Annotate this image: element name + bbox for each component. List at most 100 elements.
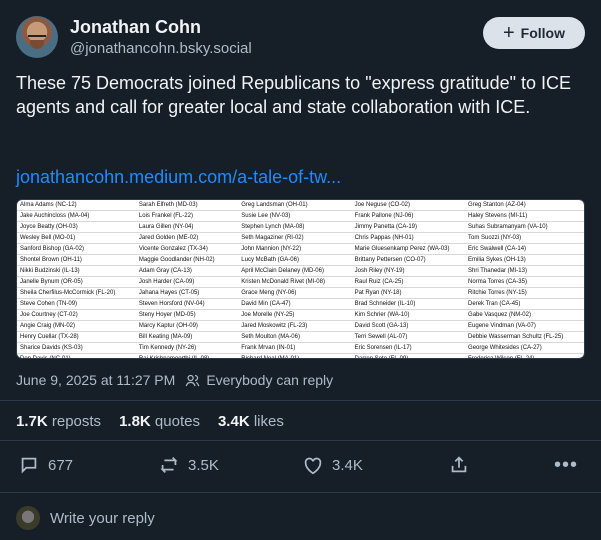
table-cell: Eric Swalwell (CA-14) (465, 243, 584, 255)
share-button[interactable] (448, 454, 470, 476)
table-cell: George Whitesides (CA-27) (465, 342, 584, 354)
table-cell: Joe Courtney (CT-02) (17, 309, 136, 321)
table-cell: Terri Sewell (AL-07) (351, 331, 466, 343)
table-cell: Seth Magaziner (RI-02) (238, 232, 352, 244)
table-cell: Jared Golden (ME-02) (135, 232, 239, 244)
table-cell: Derek Tran (CA-45) (465, 298, 584, 310)
table-cell: Nikki Budzinski (IL-13) (17, 265, 136, 277)
table-cell: Tom Suozzi (NY-03) (465, 232, 584, 244)
follow-label: Follow (520, 25, 565, 41)
likes-count: 3.4K (217, 413, 250, 430)
reply-icon (21, 457, 37, 474)
table-cell: Lucy McBath (GA-06) (238, 254, 352, 266)
post-actions: 677 3.5K 3.4K ••• (18, 454, 580, 478)
table-cell: Josh Harder (CA-09) (135, 276, 239, 288)
table-cell: Angie Craig (MN-02) (17, 320, 136, 332)
reply-composer[interactable]: Write your reply (16, 506, 155, 530)
more-options-button[interactable]: ••• (554, 454, 578, 477)
table-cell: Janelle Bynum (OR-05) (17, 276, 136, 288)
table-row: Joyce Beatty (OH-03) Laura Gillen (NY-04)… (17, 221, 584, 233)
table-cell: Susie Lee (NV-03) (238, 210, 352, 222)
repost-button[interactable]: 3.5K (158, 454, 219, 476)
plus-icon: + (502, 22, 515, 44)
table-cell: Raj Krishnamoorthi (IL-08) (135, 353, 239, 358)
author-avatar[interactable] (16, 16, 58, 58)
reply-count: 677 (48, 456, 74, 474)
author-handle[interactable]: @jonathancohn.bsky.social (70, 40, 252, 57)
follow-button[interactable]: + Follow (483, 17, 585, 49)
table-cell: Jahana Hayes (CT-05) (135, 287, 239, 299)
table-cell: Sanford Bishop (GA-02) (17, 243, 136, 255)
author-name[interactable]: Jonathan Cohn (70, 17, 201, 38)
post-meta: June 9, 2025 at 11:27 PM Everybody can r… (16, 372, 333, 388)
democrats-table: Alma Adams (NC-12) Sarah Elfreth (MD-03) G… (17, 200, 584, 358)
table-cell: Steven Horsford (NV-04) (135, 298, 239, 310)
table-row: Alma Adams (NC-12) Sarah Elfreth (MD-03) G… (17, 200, 584, 211)
embedded-table-image[interactable]: Alma Adams (NC-12) Sarah Elfreth (MD-03) G… (16, 199, 585, 359)
likes-label: likes (253, 413, 284, 430)
divider-top (0, 400, 601, 401)
table-cell: Joe Neguse (CO-02) (351, 200, 466, 211)
quotes-stat[interactable]: 1.8K quotes (119, 413, 200, 430)
table-cell: Ritchie Torres (NY-15) (465, 287, 584, 299)
table-cell: Eric Sorensen (IL-17) (351, 342, 466, 354)
table-cell: Adam Gray (CA-13) (135, 265, 239, 277)
table-row: Sanford Bishop (GA-02) Vicente Gonzalez (… (17, 243, 584, 255)
table-cell: Shontel Brown (OH-11) (17, 254, 136, 266)
reposts-count: 1.7K (16, 413, 48, 430)
table-row: Nikki Budzinski (IL-13) Adam Gray (CA-13)… (17, 265, 584, 277)
table-row: Sharice Davids (KS-03) Tim Kennedy (NY-26… (17, 342, 584, 354)
people-icon (185, 374, 200, 386)
table-cell: Sharice Davids (KS-03) (17, 342, 136, 354)
table-cell: Alma Adams (NC-12) (17, 200, 136, 211)
timestamp[interactable]: June 9, 2025 at 11:27 PM (16, 372, 175, 388)
table-cell: Lois Frankel (FL-22) (135, 210, 239, 222)
share-icon (451, 456, 467, 473)
table-cell: Seth Moulton (MA-06) (238, 331, 352, 343)
table-cell: Richard Neal (MA-01) (238, 353, 352, 358)
table-row: Steve Cohen (TN-09) Steven Horsford (NV-0… (17, 298, 584, 310)
reply-placeholder[interactable]: Write your reply (50, 510, 155, 527)
table-row: Janelle Bynum (OR-05) Josh Harder (CA-09)… (17, 276, 584, 288)
table-row: Henry Cuellar (TX-28) Bill Keating (MA-09… (17, 331, 584, 343)
table-cell: Wesley Bell (MO-01) (17, 232, 136, 244)
table-row: Jake Auchincloss (MA-04) Lois Frankel (FL… (17, 210, 584, 222)
divider-middle (0, 440, 601, 441)
reposts-stat[interactable]: 1.7K reposts (16, 413, 101, 430)
table-row: Joe Courtney (CT-02) Steny Hoyer (MD-05) J… (17, 309, 584, 321)
table-cell: Maggie Goodlander (NH-02) (135, 254, 239, 266)
engagement-stats: 1.7K reposts 1.8K quotes 3.4K likes (16, 413, 284, 430)
reply-audience[interactable]: Everybody can reply (185, 372, 333, 388)
table-cell: Greg Stanton (AZ-04) (465, 200, 584, 211)
table-cell: April McClain Delaney (MD-06) (238, 265, 352, 277)
table-cell: Darren Soto (FL-09) (351, 353, 466, 358)
reply-button[interactable]: 677 (18, 454, 73, 476)
table-cell: Frank Pallone (NJ-06) (351, 210, 466, 222)
table-cell: Suhas Subramanyam (VA-10) (465, 221, 584, 233)
table-cell: Jake Auchincloss (MA-04) (17, 210, 136, 222)
post-text: These 75 Democrats joined Republicans to… (16, 73, 572, 117)
table-cell: Josh Riley (NY-19) (351, 265, 466, 277)
table-cell: Marcy Kaptur (OH-09) (135, 320, 239, 332)
table-cell: Laura Gillen (NY-04) (135, 221, 239, 233)
table-cell: Jared Moskowitz (FL-23) (238, 320, 352, 332)
table-row: Wesley Bell (MO-01) Jared Golden (ME-02) S… (17, 232, 584, 244)
table-cell: John Mannion (NY-22) (238, 243, 352, 255)
avatar-glasses (28, 30, 46, 37)
table-cell: Frank Mrvan (IN-01) (238, 342, 352, 354)
table-cell: Emilia Sykes (OH-13) (465, 254, 584, 266)
table-cell: Jimmy Panetta (CA-19) (351, 221, 466, 233)
post-link[interactable]: jonathancohn.medium.com/a-tale-of-tw... (16, 167, 341, 188)
table-cell: Brad Schneider (IL-10) (351, 298, 466, 310)
table-cell: Raul Ruiz (CA-25) (351, 276, 466, 288)
post-header: Jonathan Cohn @jonathancohn.bsky.social … (16, 16, 585, 60)
table-cell: Pat Ryan (NY-18) (351, 287, 466, 299)
divider-bottom (0, 492, 601, 493)
table-body: Alma Adams (NC-12) Sarah Elfreth (MD-03) G… (17, 200, 584, 358)
likes-stat[interactable]: 3.4K likes (218, 413, 284, 430)
avatar-beard (30, 40, 44, 49)
quotes-label: quotes (154, 413, 200, 430)
table-cell: Norma Torres (CA-35) (465, 276, 584, 288)
table-cell: Joe Morelle (NY-25) (238, 309, 352, 321)
like-button[interactable]: 3.4K (302, 454, 363, 476)
